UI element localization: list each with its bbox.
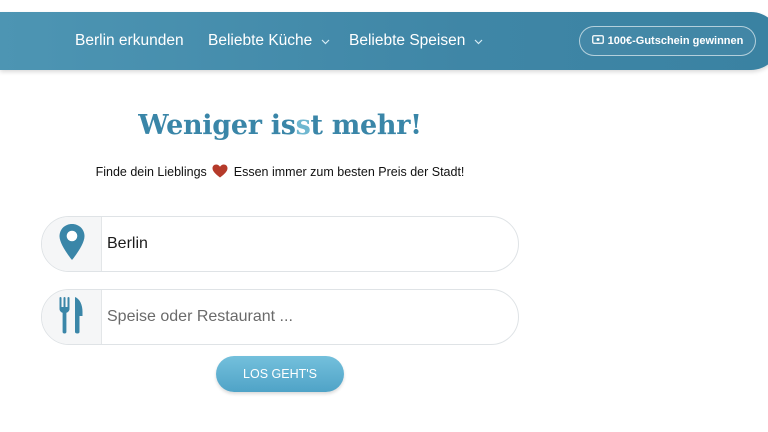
food-icon-box — [42, 290, 102, 344]
food-search-field — [41, 289, 519, 345]
chevron-down-icon — [321, 12, 330, 70]
heart-icon — [212, 164, 228, 181]
nav-label: Beliebte Küche — [208, 32, 313, 50]
headline-accent: s — [295, 110, 311, 141]
nav-berlin-erkunden[interactable]: Berlin erkunden — [75, 12, 184, 70]
location-field — [41, 216, 519, 272]
tagline: Finde dein Lieblings Essen immer zum bes… — [0, 164, 560, 181]
nav-label: Berlin erkunden — [75, 32, 184, 49]
location-input[interactable] — [102, 217, 518, 271]
location-pin-icon — [58, 223, 86, 266]
chevron-down-icon — [474, 12, 483, 70]
voucher-button[interactable]: 100€-Gutschein gewinnen — [579, 26, 756, 56]
headline-part2: t mehr! — [310, 110, 423, 141]
nav-label: Beliebte Speisen — [349, 32, 466, 50]
ticket-icon — [591, 35, 604, 47]
headline-part1: Weniger is — [138, 110, 296, 141]
tagline-before: Finde dein Lieblings — [95, 165, 207, 179]
voucher-label: 100€-Gutschein gewinnen — [607, 35, 744, 47]
location-icon-box — [42, 217, 102, 271]
tagline-after: Essen immer zum besten Preis der Stadt! — [233, 165, 465, 179]
nav-beliebte-speisen[interactable]: Beliebte Speisen — [349, 12, 483, 70]
page-headline: Weniger isst mehr! — [0, 110, 560, 141]
top-navbar: Berlin erkunden Beliebte Küche Beliebte … — [0, 12, 768, 70]
cutlery-icon — [59, 296, 85, 339]
search-submit-button[interactable]: LOS GEHT'S — [216, 356, 344, 392]
food-search-input[interactable] — [102, 290, 518, 344]
nav-beliebte-kueche[interactable]: Beliebte Küche — [208, 12, 330, 70]
